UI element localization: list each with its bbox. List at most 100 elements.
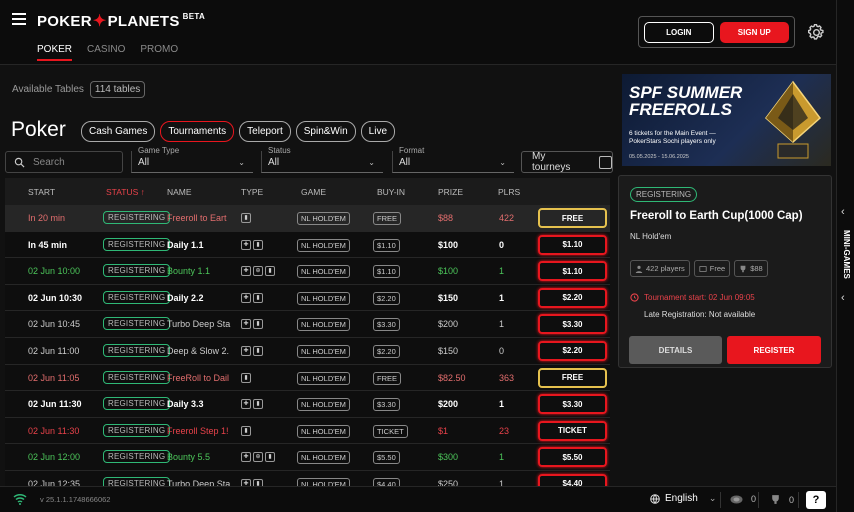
row-type: ✚ ▮ <box>241 239 263 250</box>
table-row[interactable]: 02 Jun 11:30 REGISTERING Daily 3.3 ✚ ▮ NL HOL… <box>5 391 610 418</box>
register-action-button[interactable]: $3.30 <box>538 314 607 335</box>
promo-banner[interactable]: SPF SUMMER FREEROLLS 6 tickets for the Ma… <box>622 74 831 166</box>
late-registration: Late Registration: Not available <box>644 310 756 319</box>
game-badge: NL HOLD'EM <box>297 424 350 438</box>
game-badge: NL HOLD'EM <box>297 371 350 385</box>
tournament-start: Tournament start: 02 Jun 09:05 <box>630 293 755 302</box>
signup-button[interactable]: SIGN UP <box>719 21 789 43</box>
status-badge: REGISTERING <box>103 343 171 357</box>
ticket-icon: ▮ <box>253 399 263 410</box>
ticket-icon: ▮ <box>253 239 263 250</box>
register-action-button[interactable]: $4.40 <box>538 473 607 486</box>
nav-poker[interactable]: POKER <box>37 44 73 61</box>
table-row[interactable]: 02 Jun 11:05 REGISTERING FreeRoll to Dail ▮… <box>5 364 610 392</box>
my-tourneys-checkbox[interactable] <box>599 155 612 169</box>
tab-teleport[interactable]: Teleport <box>239 121 291 142</box>
chevron-left-icon[interactable]: ‹ <box>841 206 845 218</box>
divider <box>798 492 799 508</box>
tournament-detail-card: REGISTERING Freeroll to Earth Cup(1000 C… <box>618 175 832 368</box>
col-prize[interactable]: PRIZE <box>438 187 463 197</box>
table-row[interactable]: 02 Jun 11:30 REGISTERING Freeroll Step 1! ▮… <box>5 417 610 445</box>
nav-promo[interactable]: PROMO <box>140 44 178 61</box>
game-badge: NL HOLD'EM <box>297 398 350 412</box>
tournament-table: START STATUS ↑ NAME TYPE GAME BUY-IN PRI… <box>5 178 610 486</box>
game-type-select[interactable]: Game Type All ⌄ <box>131 146 253 173</box>
mini-games-panel[interactable]: ‹ MINI-GAMES ‹ <box>836 0 854 512</box>
register-action-button[interactable]: $2.20 <box>538 287 607 308</box>
col-status[interactable]: STATUS ↑ <box>106 187 145 197</box>
row-start: 02 Jun 12:35 <box>28 478 81 486</box>
game-type-label: Game Type <box>138 146 180 155</box>
register-action-button[interactable]: FREE <box>538 367 607 388</box>
table-row[interactable]: In 20 min REGISTERING Freeroll to Eart ▮ NL … <box>5 205 610 232</box>
logo[interactable]: POKER ✦ PLANETS BETA <box>37 11 205 31</box>
row-status: REGISTERING <box>103 264 171 278</box>
chevron-left-icon[interactable]: ‹ <box>841 292 845 304</box>
row-start: 02 Jun 11:30 <box>28 399 82 410</box>
details-button[interactable]: DETAILS <box>629 336 722 364</box>
menu-icon[interactable] <box>12 13 26 25</box>
row-start: In 45 min <box>28 239 68 250</box>
table-body: In 20 min REGISTERING Freeroll to Eart ▮ NL … <box>5 205 610 486</box>
tab-live[interactable]: Live <box>360 121 396 142</box>
trophy-counter: 0 <box>770 494 794 505</box>
row-game: NL HOLD'EM <box>297 398 350 412</box>
register-action-button[interactable]: $2.20 <box>538 340 607 361</box>
register-action-button[interactable]: $3.30 <box>538 394 607 415</box>
register-action-button[interactable]: $1.10 <box>538 234 607 255</box>
status-value: All <box>268 157 280 168</box>
login-button[interactable]: LOGIN <box>644 21 714 43</box>
help-button[interactable]: ? <box>806 491 826 509</box>
bounty-icon: ✚ <box>241 399 251 410</box>
row-buyin: FREE <box>373 212 402 225</box>
status-badge: REGISTERING <box>103 290 171 304</box>
col-name[interactable]: NAME <box>167 187 192 197</box>
row-type: ✚ ▮ <box>241 399 263 410</box>
chip-icon <box>730 495 743 503</box>
row-name: Turbo Deep Sta <box>167 319 231 330</box>
register-action-button[interactable]: TICKET <box>538 420 607 441</box>
col-plrs[interactable]: PLRS <box>498 187 520 197</box>
table-row[interactable]: 02 Jun 12:00 REGISTERING Bounty 5.5 ✚ ⊕ ▮ NL H… <box>5 444 610 471</box>
globe-icon <box>650 493 660 504</box>
register-action-button[interactable]: FREE <box>538 208 607 228</box>
col-start[interactable]: START <box>28 187 55 197</box>
logo-text-right: PLANETS <box>107 12 180 30</box>
col-type[interactable]: TYPE <box>241 187 263 197</box>
players-pill: 422 players <box>630 260 690 277</box>
table-row[interactable]: 02 Jun 12:35 REGISTERING Turbo Deep Sta ✚ ▮ N… <box>5 470 610 486</box>
table-row[interactable]: 02 Jun 10:00 REGISTERING Bounty 1.1 ✚ ⊕ ▮ NL H… <box>5 258 610 285</box>
col-game[interactable]: GAME <box>301 187 326 197</box>
cross-icon: ⊕ <box>253 266 263 277</box>
table-row[interactable]: 02 Jun 11:00 REGISTERING Deep & Slow 2. ✚ ▮ N… <box>5 337 610 365</box>
table-row[interactable]: 02 Jun 10:30 REGISTERING Daily 2.2 ✚ ▮ NL HOL… <box>5 284 610 312</box>
row-buyin: $2.20 <box>373 344 400 358</box>
search-input[interactable]: Search <box>5 151 123 173</box>
language-select[interactable]: English ⌄ <box>650 493 716 504</box>
row-prize: $150 <box>438 345 459 356</box>
trophy-icon <box>740 265 746 272</box>
tab-spin-win[interactable]: Spin&Win <box>295 121 356 142</box>
table-row[interactable]: 02 Jun 10:45 REGISTERING Turbo Deep Sta ✚ ▮ N… <box>5 311 610 338</box>
row-name: Bounty 1.1 <box>167 266 211 277</box>
register-button[interactable]: REGISTER <box>727 336 821 364</box>
available-tables: Available Tables 114 tables <box>12 81 146 98</box>
row-game: NL HOLD'EM <box>297 212 350 225</box>
status-select[interactable]: Status All ⌄ <box>261 146 383 173</box>
row-prize: $150 <box>438 292 459 303</box>
trophy-gem-icon <box>764 80 822 159</box>
register-action-button[interactable]: $5.50 <box>538 447 607 468</box>
format-select[interactable]: Format All ⌄ <box>392 146 514 173</box>
tab-tournaments[interactable]: Tournaments <box>160 121 235 142</box>
nav-casino[interactable]: CASINO <box>87 44 125 61</box>
gear-icon[interactable] <box>808 24 825 41</box>
table-row[interactable]: In 45 min REGISTERING Daily 1.1 ✚ ▮ NL HOLD'E… <box>5 231 610 259</box>
chevron-down-icon: ⌄ <box>238 158 245 167</box>
ticket-icon <box>699 265 707 272</box>
register-action-button[interactable]: $1.10 <box>538 261 607 282</box>
chevron-down-icon: ⌄ <box>368 158 375 167</box>
tab-cash-games[interactable]: Cash Games <box>81 121 156 142</box>
game-badge: NL HOLD'EM <box>297 212 350 225</box>
col-buyin[interactable]: BUY-IN <box>377 187 405 197</box>
my-tourneys-toggle[interactable]: My tourneys <box>521 151 613 173</box>
